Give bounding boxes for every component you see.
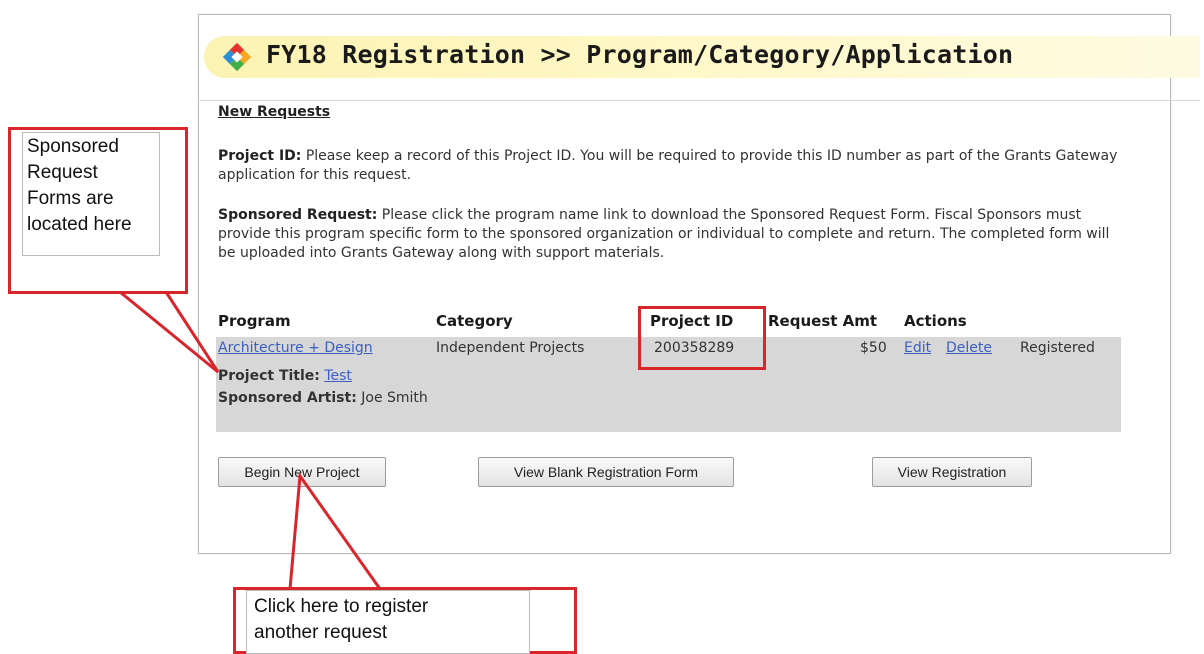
left-callout-line: located here <box>27 214 132 235</box>
left-callout-pointer <box>119 290 220 374</box>
callout-pointers <box>119 290 382 590</box>
bottom-callout-text: Click here to register another request <box>254 594 524 646</box>
bottom-callout-line: Click here to register <box>254 596 429 617</box>
left-callout-line: Forms are <box>27 188 114 209</box>
bottom-callout-pointer <box>288 471 382 590</box>
left-callout-line: Sponsored <box>27 136 119 157</box>
left-callout-line: Request <box>27 162 98 183</box>
left-callout-text: Sponsored Request Forms are located here <box>27 134 163 238</box>
bottom-callout-line: another request <box>254 622 388 643</box>
